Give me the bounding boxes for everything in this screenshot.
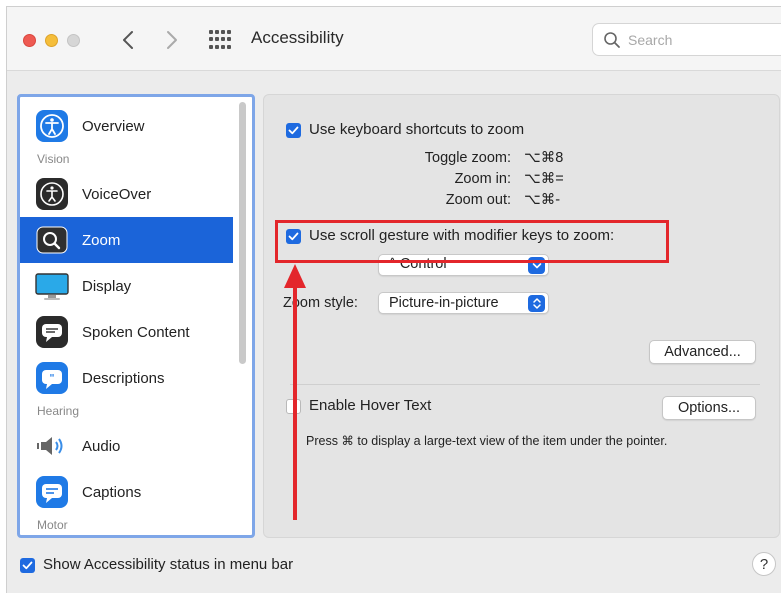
sidebar-item-overview[interactable]: Overview xyxy=(20,103,233,149)
zoom-out-keys: ⌥⌘- xyxy=(524,192,561,208)
sidebar-section-vision: Vision xyxy=(37,152,70,166)
status-menu-bar-label: Show Accessibility status in menu bar xyxy=(43,556,294,573)
help-button[interactable]: ? xyxy=(752,552,776,576)
hover-text-description: Press ⌘ to display a large-text view of … xyxy=(306,434,668,448)
window-title: Accessibility xyxy=(251,28,344,47)
zoom-style-select[interactable]: Picture-in-picture xyxy=(378,292,549,314)
accessibility-icon xyxy=(35,109,69,143)
sidebar-item-label: Display xyxy=(82,277,132,295)
sidebar-item-label: Zoom xyxy=(82,231,121,249)
sidebar-item-label: Audio xyxy=(82,437,121,455)
descriptions-icon: " xyxy=(35,361,69,395)
zoom-style-value: Picture-in-picture xyxy=(389,295,499,311)
sidebar-item-label: Spoken Content xyxy=(82,323,190,341)
sidebar-item-label: Captions xyxy=(82,483,142,501)
back-button[interactable] xyxy=(115,25,141,55)
sidebar: Overview Vision VoiceOver Zoom Display S… xyxy=(17,94,255,538)
toggle-zoom-label: Toggle zoom: xyxy=(424,150,511,166)
checkmark-icon xyxy=(288,126,299,135)
zoom-icon xyxy=(35,223,69,257)
captions-icon xyxy=(35,475,69,509)
annotation-highlight-box xyxy=(275,220,669,263)
checkmark-icon xyxy=(22,561,33,570)
section-divider xyxy=(290,384,760,385)
zoom-out-label: Zoom out: xyxy=(445,192,511,208)
hover-text-label: Enable Hover Text xyxy=(309,397,432,414)
zoom-in-keys: ⌥⌘= xyxy=(524,171,564,187)
advanced-button[interactable]: Advanced... xyxy=(649,340,756,364)
zoom-window-button[interactable] xyxy=(67,34,80,47)
sidebar-section-hearing: Hearing xyxy=(37,404,80,418)
sidebar-section-motor: Motor xyxy=(37,518,68,532)
speech-bubble-icon xyxy=(35,315,69,349)
title-bar: Accessibility xyxy=(7,7,781,71)
close-window-button[interactable] xyxy=(23,34,36,47)
toggle-zoom-keys: ⌥⌘8 xyxy=(524,150,564,166)
sidebar-item-spoken-content[interactable]: Spoken Content xyxy=(20,309,233,355)
preferences-window: Accessibility Overview Vision xyxy=(6,6,781,593)
sidebar-item-label: Descriptions xyxy=(82,369,165,387)
display-icon xyxy=(35,269,69,303)
sidebar-item-display[interactable]: Display xyxy=(20,263,233,309)
keyboard-shortcuts-label: Use keyboard shortcuts to zoom xyxy=(309,121,525,138)
sidebar-item-audio[interactable]: Audio xyxy=(20,423,233,469)
search-field[interactable] xyxy=(592,23,781,56)
search-input[interactable] xyxy=(628,31,768,49)
minimize-window-button[interactable] xyxy=(45,34,58,47)
svg-text:": " xyxy=(49,373,54,384)
sidebar-item-zoom[interactable]: Zoom xyxy=(20,217,233,263)
keyboard-shortcuts-checkbox[interactable] xyxy=(286,123,301,138)
voiceover-icon xyxy=(35,177,69,211)
sidebar-item-label: VoiceOver xyxy=(82,185,152,203)
zoom-in-label: Zoom in: xyxy=(454,171,511,187)
sidebar-scrollbar[interactable] xyxy=(239,102,246,364)
sidebar-item-label: Overview xyxy=(82,117,145,135)
chevron-left-icon xyxy=(123,31,133,49)
sidebar-item-descriptions[interactable]: " Descriptions xyxy=(20,355,233,401)
chevron-updown-icon xyxy=(528,295,545,312)
chevron-right-icon xyxy=(167,31,177,49)
status-menu-bar-checkbox[interactable] xyxy=(20,558,35,573)
hover-text-options-button[interactable]: Options... xyxy=(662,396,756,420)
show-all-grid-icon[interactable] xyxy=(209,30,231,50)
zoom-settings-panel xyxy=(263,94,780,538)
sidebar-item-voiceover[interactable]: VoiceOver xyxy=(20,171,233,217)
search-icon xyxy=(604,32,620,48)
forward-button[interactable] xyxy=(159,25,185,55)
annotation-arrow xyxy=(284,264,306,520)
speaker-icon xyxy=(35,429,69,463)
sidebar-item-captions[interactable]: Captions xyxy=(20,469,233,515)
